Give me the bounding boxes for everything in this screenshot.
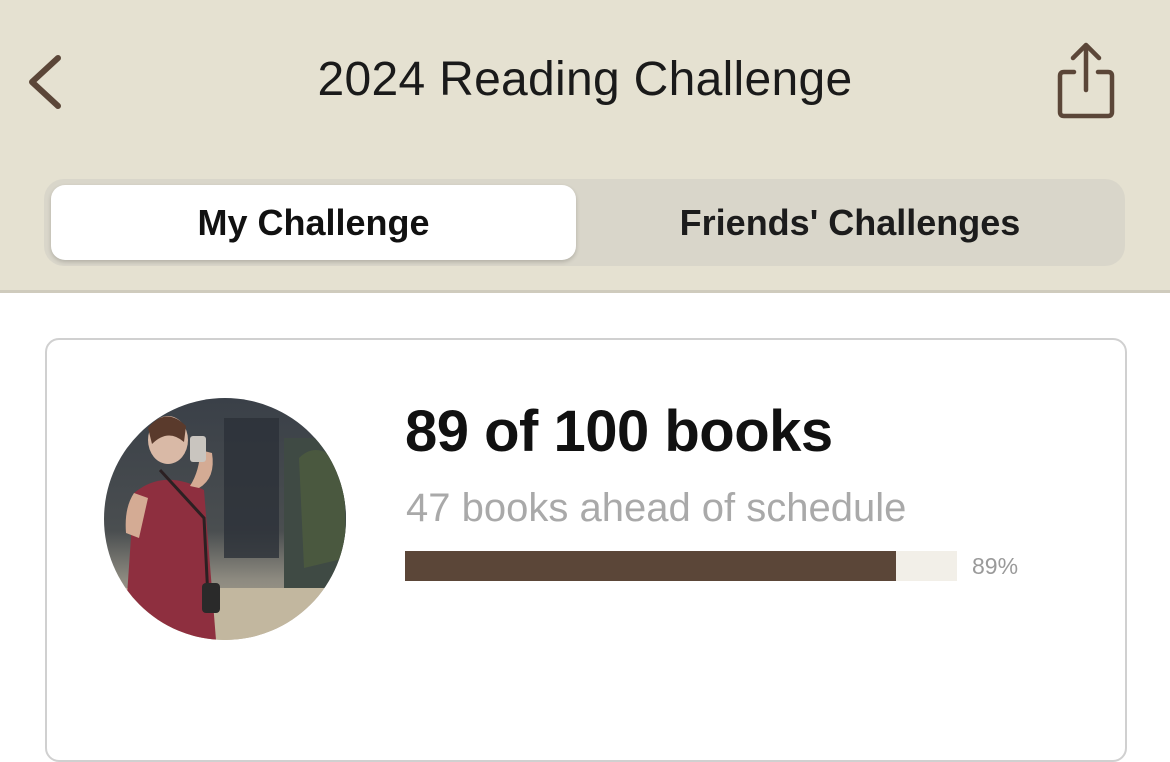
- avatar-photo: [104, 398, 346, 640]
- tab-friends-challenges[interactable]: Friends' Challenges: [580, 185, 1120, 260]
- schedule-status: 47 books ahead of schedule: [406, 486, 907, 530]
- books-read-count: 89 of 100 books: [405, 399, 833, 464]
- tab-my-challenge[interactable]: My Challenge: [51, 185, 576, 260]
- avatar[interactable]: [104, 398, 346, 640]
- progress-percent: 89%: [972, 553, 1019, 579]
- progress-bar: [405, 551, 957, 581]
- share-button[interactable]: [1050, 38, 1122, 122]
- page-title: 2024 Reading Challenge: [317, 53, 853, 106]
- progress-bar-fill: [405, 551, 897, 581]
- header-bar: 2024 Reading Challenge My Challenge Frie…: [0, 0, 1170, 293]
- challenge-tabs: My Challenge Friends' Challenges: [44, 179, 1125, 266]
- share-icon: [1057, 42, 1115, 119]
